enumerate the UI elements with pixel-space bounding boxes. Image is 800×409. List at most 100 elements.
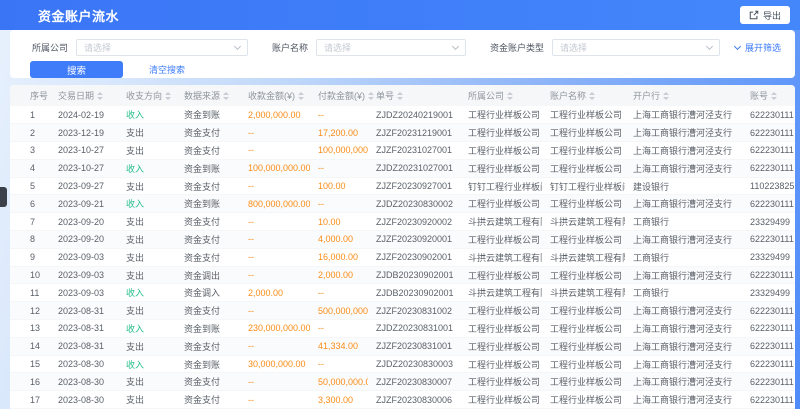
page-title: 资金账户流水 — [38, 6, 119, 25]
col-account-no-header[interactable]: 账号 — [742, 85, 795, 106]
col-bank-header[interactable]: 开户行 — [625, 85, 742, 106]
cell-direction: 支出 — [118, 391, 176, 409]
col-order-no-header[interactable]: 单号 — [368, 85, 460, 106]
table-row: 22023-12-19支出资金支付--17,200.00ZJZF20231219… — [10, 124, 795, 142]
cell-account-name: 钉钉工程行业样板间 — [542, 177, 625, 195]
cell-account-name: 斗拱云建筑工程有限公司 — [542, 213, 625, 231]
cell-index: 15 — [10, 355, 50, 373]
cell-account-no: 622230111 — [742, 195, 795, 213]
cell-data-source: 资金到账 — [176, 320, 240, 338]
cell-bank: 工商银行 — [625, 248, 742, 266]
chevron-down-icon — [734, 42, 741, 49]
cell-receive-amount: 2,000.00 — [240, 284, 310, 302]
cell-receive-amount: -- — [240, 302, 310, 320]
floating-drawer-handle[interactable] — [0, 187, 7, 207]
cell-data-source: 资金调入 — [176, 284, 240, 302]
cell-account-name: 工程行业样板公司 — [542, 266, 625, 284]
cell-pay-amount: 3,300.00 — [310, 391, 368, 409]
filter-company-select[interactable]: 请选择 — [76, 39, 248, 56]
table-row: 172023-08-30支出资金支付--3,300.00ZJZF20230830… — [10, 391, 795, 409]
cell-account-no: 110223825 — [742, 177, 795, 195]
cell-company: 工程行业样板公司 — [460, 355, 542, 373]
cell-trade-date: 2023-09-03 — [50, 284, 118, 302]
table-row: 32023-10-27支出资金支付--100,000,000.00ZJZF202… — [10, 142, 795, 160]
cell-pay-amount: 100.00 — [310, 177, 368, 195]
cell-account-no: 622230111 — [742, 391, 795, 409]
cell-data-source: 资金调出 — [176, 266, 240, 284]
cell-receive-amount: -- — [240, 177, 310, 195]
cell-company: 斗拱云建筑工程有限公司 — [460, 213, 542, 231]
cell-bank: 上海工商银行漕河泾支行 — [625, 142, 742, 160]
export-button[interactable]: 导出 — [740, 6, 790, 24]
cell-bank: 工商银行 — [625, 213, 742, 231]
cell-bank: 上海工商银行漕河泾支行 — [625, 355, 742, 373]
cell-trade-date: 2023-08-30 — [50, 391, 118, 409]
cell-account-name: 工程行业样板公司 — [542, 106, 625, 124]
cell-order-no: ZJZF20230927001 — [368, 177, 460, 195]
cell-account-name: 工程行业样板公司 — [542, 391, 625, 409]
cell-data-source: 资金到账 — [176, 195, 240, 213]
cell-index: 12 — [10, 302, 50, 320]
table-row: 122023-08-31支出资金支付--500,000,000.00ZJZF20… — [10, 302, 795, 320]
col-receive-amount-header[interactable]: 收款金额(¥) — [240, 85, 310, 106]
cell-index: 8 — [10, 231, 50, 249]
cell-company: 斗拱云建筑工程有限公司 — [460, 284, 542, 302]
sort-icon — [368, 92, 374, 100]
cell-order-no: ZJZF20231219001 — [368, 124, 460, 142]
table-row: 132023-08-31收入资金到账230,000,000.00--ZJDZ20… — [10, 320, 795, 338]
cell-direction: 支出 — [118, 337, 176, 355]
cell-order-no: ZJDZ20240219001 — [368, 106, 460, 124]
filter-account-name-select[interactable]: 请选择 — [316, 39, 466, 56]
cell-pay-amount: 4,000.00 — [310, 231, 368, 249]
cell-index: 2 — [10, 124, 50, 142]
cell-order-no: ZJZF20230902001 — [368, 248, 460, 266]
clear-search-link[interactable]: 清空搜索 — [149, 63, 185, 76]
cell-company: 工程行业样板公司 — [460, 124, 542, 142]
cell-account-name: 工程行业样板公司 — [542, 355, 625, 373]
cell-pay-amount: 500,000,000.00 — [310, 302, 368, 320]
cell-trade-date: 2023-09-20 — [50, 231, 118, 249]
filter-actions: 搜索 清空搜索 — [10, 56, 795, 78]
cell-pay-amount: 17,200.00 — [310, 124, 368, 142]
filter-account-type-select[interactable]: 请选择 — [552, 39, 720, 56]
cell-data-source: 资金到账 — [176, 355, 240, 373]
col-direction-header[interactable]: 收支方向 — [118, 85, 176, 106]
col-account-name-header[interactable]: 账户名称 — [542, 85, 625, 106]
col-company-header[interactable]: 所属公司 — [460, 85, 542, 106]
cell-data-source: 资金支付 — [176, 337, 240, 355]
col-pay-amount-header[interactable]: 付款金额(¥) — [310, 85, 368, 106]
cell-account-name: 工程行业样板公司 — [542, 159, 625, 177]
expand-filters-link[interactable]: 展开筛选 — [735, 41, 781, 54]
cell-data-source: 资金支付 — [176, 213, 240, 231]
cell-index: 5 — [10, 177, 50, 195]
cell-account-name: 工程行业样板公司 — [542, 142, 625, 160]
cell-index: 1 — [10, 106, 50, 124]
expand-filters-label: 展开筛选 — [745, 41, 781, 54]
cell-data-source: 资金到账 — [176, 159, 240, 177]
cell-data-source: 资金支付 — [176, 373, 240, 391]
sort-icon — [771, 92, 777, 100]
sort-icon — [507, 92, 513, 100]
cell-receive-amount: -- — [240, 248, 310, 266]
filter-account-type-placeholder: 请选择 — [560, 41, 587, 54]
cell-trade-date: 2023-08-31 — [50, 320, 118, 338]
cell-bank: 上海工商银行漕河泾支行 — [625, 320, 742, 338]
search-button[interactable]: 搜索 — [30, 61, 123, 78]
cell-order-no: ZJZF20230831002 — [368, 302, 460, 320]
cell-direction: 支出 — [118, 142, 176, 160]
col-data-source-header[interactable]: 数据来源 — [176, 85, 240, 106]
cell-direction: 支出 — [118, 213, 176, 231]
cell-data-source: 资金支付 — [176, 231, 240, 249]
cell-direction: 收入 — [118, 355, 176, 373]
cell-account-name: 斗拱云建筑工程有限公司 — [542, 248, 625, 266]
cell-order-no: ZJZF20231027001 — [368, 142, 460, 160]
cell-bank: 工商银行 — [625, 284, 742, 302]
cell-receive-amount: 100,000,000.00 — [240, 159, 310, 177]
col-trade-date-header[interactable]: 交易日期 — [50, 85, 118, 106]
cell-order-no: ZJZF20230831001 — [368, 337, 460, 355]
sort-icon — [165, 92, 171, 100]
flow-table: 序号交易日期收支方向数据来源收款金额(¥)付款金额(¥)单号所属公司账户名称开户… — [10, 85, 795, 409]
sort-icon — [663, 92, 669, 100]
export-icon — [749, 10, 759, 20]
cell-receive-amount: 30,000,000.00 — [240, 355, 310, 373]
